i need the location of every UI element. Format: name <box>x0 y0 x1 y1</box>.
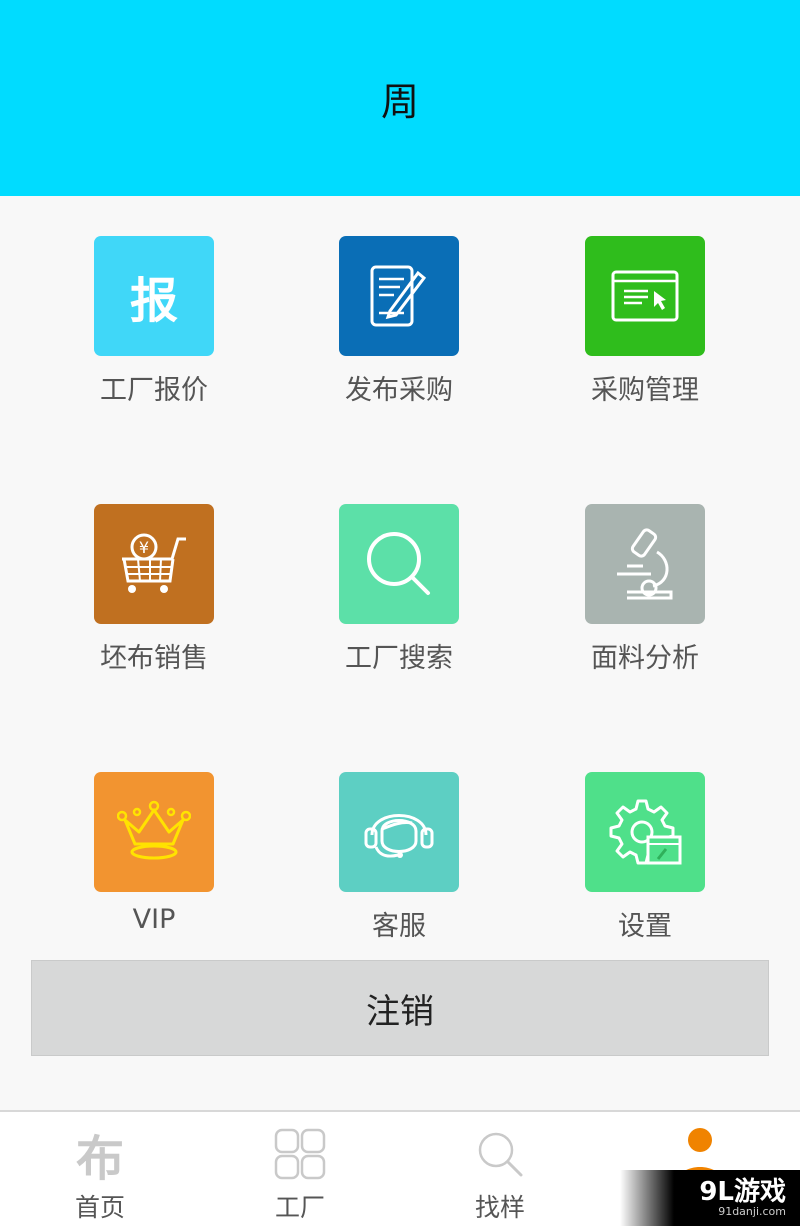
watermark-main: 9L游戏 <box>699 1177 786 1207</box>
search-icon <box>339 504 459 624</box>
app-header: 周 <box>0 0 800 196</box>
tile-label: 工厂报价 <box>100 375 208 406</box>
tile-settings[interactable]: 设置 <box>555 772 735 952</box>
tab-home[interactable]: 布 首页 <box>0 1112 200 1228</box>
headset-icon <box>339 772 459 892</box>
magnifier-icon <box>472 1126 528 1182</box>
purchase-management-icon <box>585 236 705 356</box>
tile-label: VIP <box>132 904 176 935</box>
header-title: 周 <box>380 79 419 124</box>
tile-label: 设置 <box>618 911 672 942</box>
grid-icon <box>272 1126 328 1182</box>
tab-label: 首页 <box>74 1193 125 1222</box>
gear-icon <box>585 772 705 892</box>
tile-purchase-management[interactable]: 采购管理 <box>555 236 735 416</box>
tile-label: 坯布销售 <box>100 643 208 674</box>
tile-fabric-analysis[interactable]: 面料分析 <box>555 504 735 684</box>
svg-text:¥: ¥ <box>139 538 149 557</box>
tile-greige-sales[interactable]: ¥ 坯布销售 <box>64 504 244 684</box>
cart-icon: ¥ <box>94 504 214 624</box>
tile-vip[interactable]: VIP <box>64 772 244 952</box>
watermark-sub: 91danji.com <box>718 1205 786 1218</box>
baojia-icon: 报 <box>94 236 214 356</box>
bu-logo-icon: 布 <box>75 1131 124 1187</box>
logout-button[interactable]: 注销 <box>31 960 769 1056</box>
tab-factory[interactable]: 工厂 <box>200 1112 400 1228</box>
tile-factory-quote[interactable]: 报 工厂报价 <box>64 236 244 416</box>
publish-purchase-icon <box>339 236 459 356</box>
tile-label: 工厂搜索 <box>345 643 453 674</box>
tile-label: 采购管理 <box>591 375 699 406</box>
tile-factory-search[interactable]: 工厂搜索 <box>309 504 489 684</box>
tab-label: 工厂 <box>274 1193 325 1222</box>
crown-icon <box>94 772 214 892</box>
microscope-icon <box>585 504 705 624</box>
tile-publish-purchase[interactable]: 发布采购 <box>309 236 489 416</box>
tile-label: 发布采购 <box>345 375 453 406</box>
tile-label: 客服 <box>372 911 426 942</box>
tile-label: 面料分析 <box>591 643 699 674</box>
tab-find-sample[interactable]: 找样 <box>400 1112 600 1228</box>
watermark-logo: 9L游戏 91danji.com <box>620 1170 800 1226</box>
tab-label: 找样 <box>474 1193 525 1222</box>
tile-customer-service[interactable]: 客服 <box>309 772 489 952</box>
